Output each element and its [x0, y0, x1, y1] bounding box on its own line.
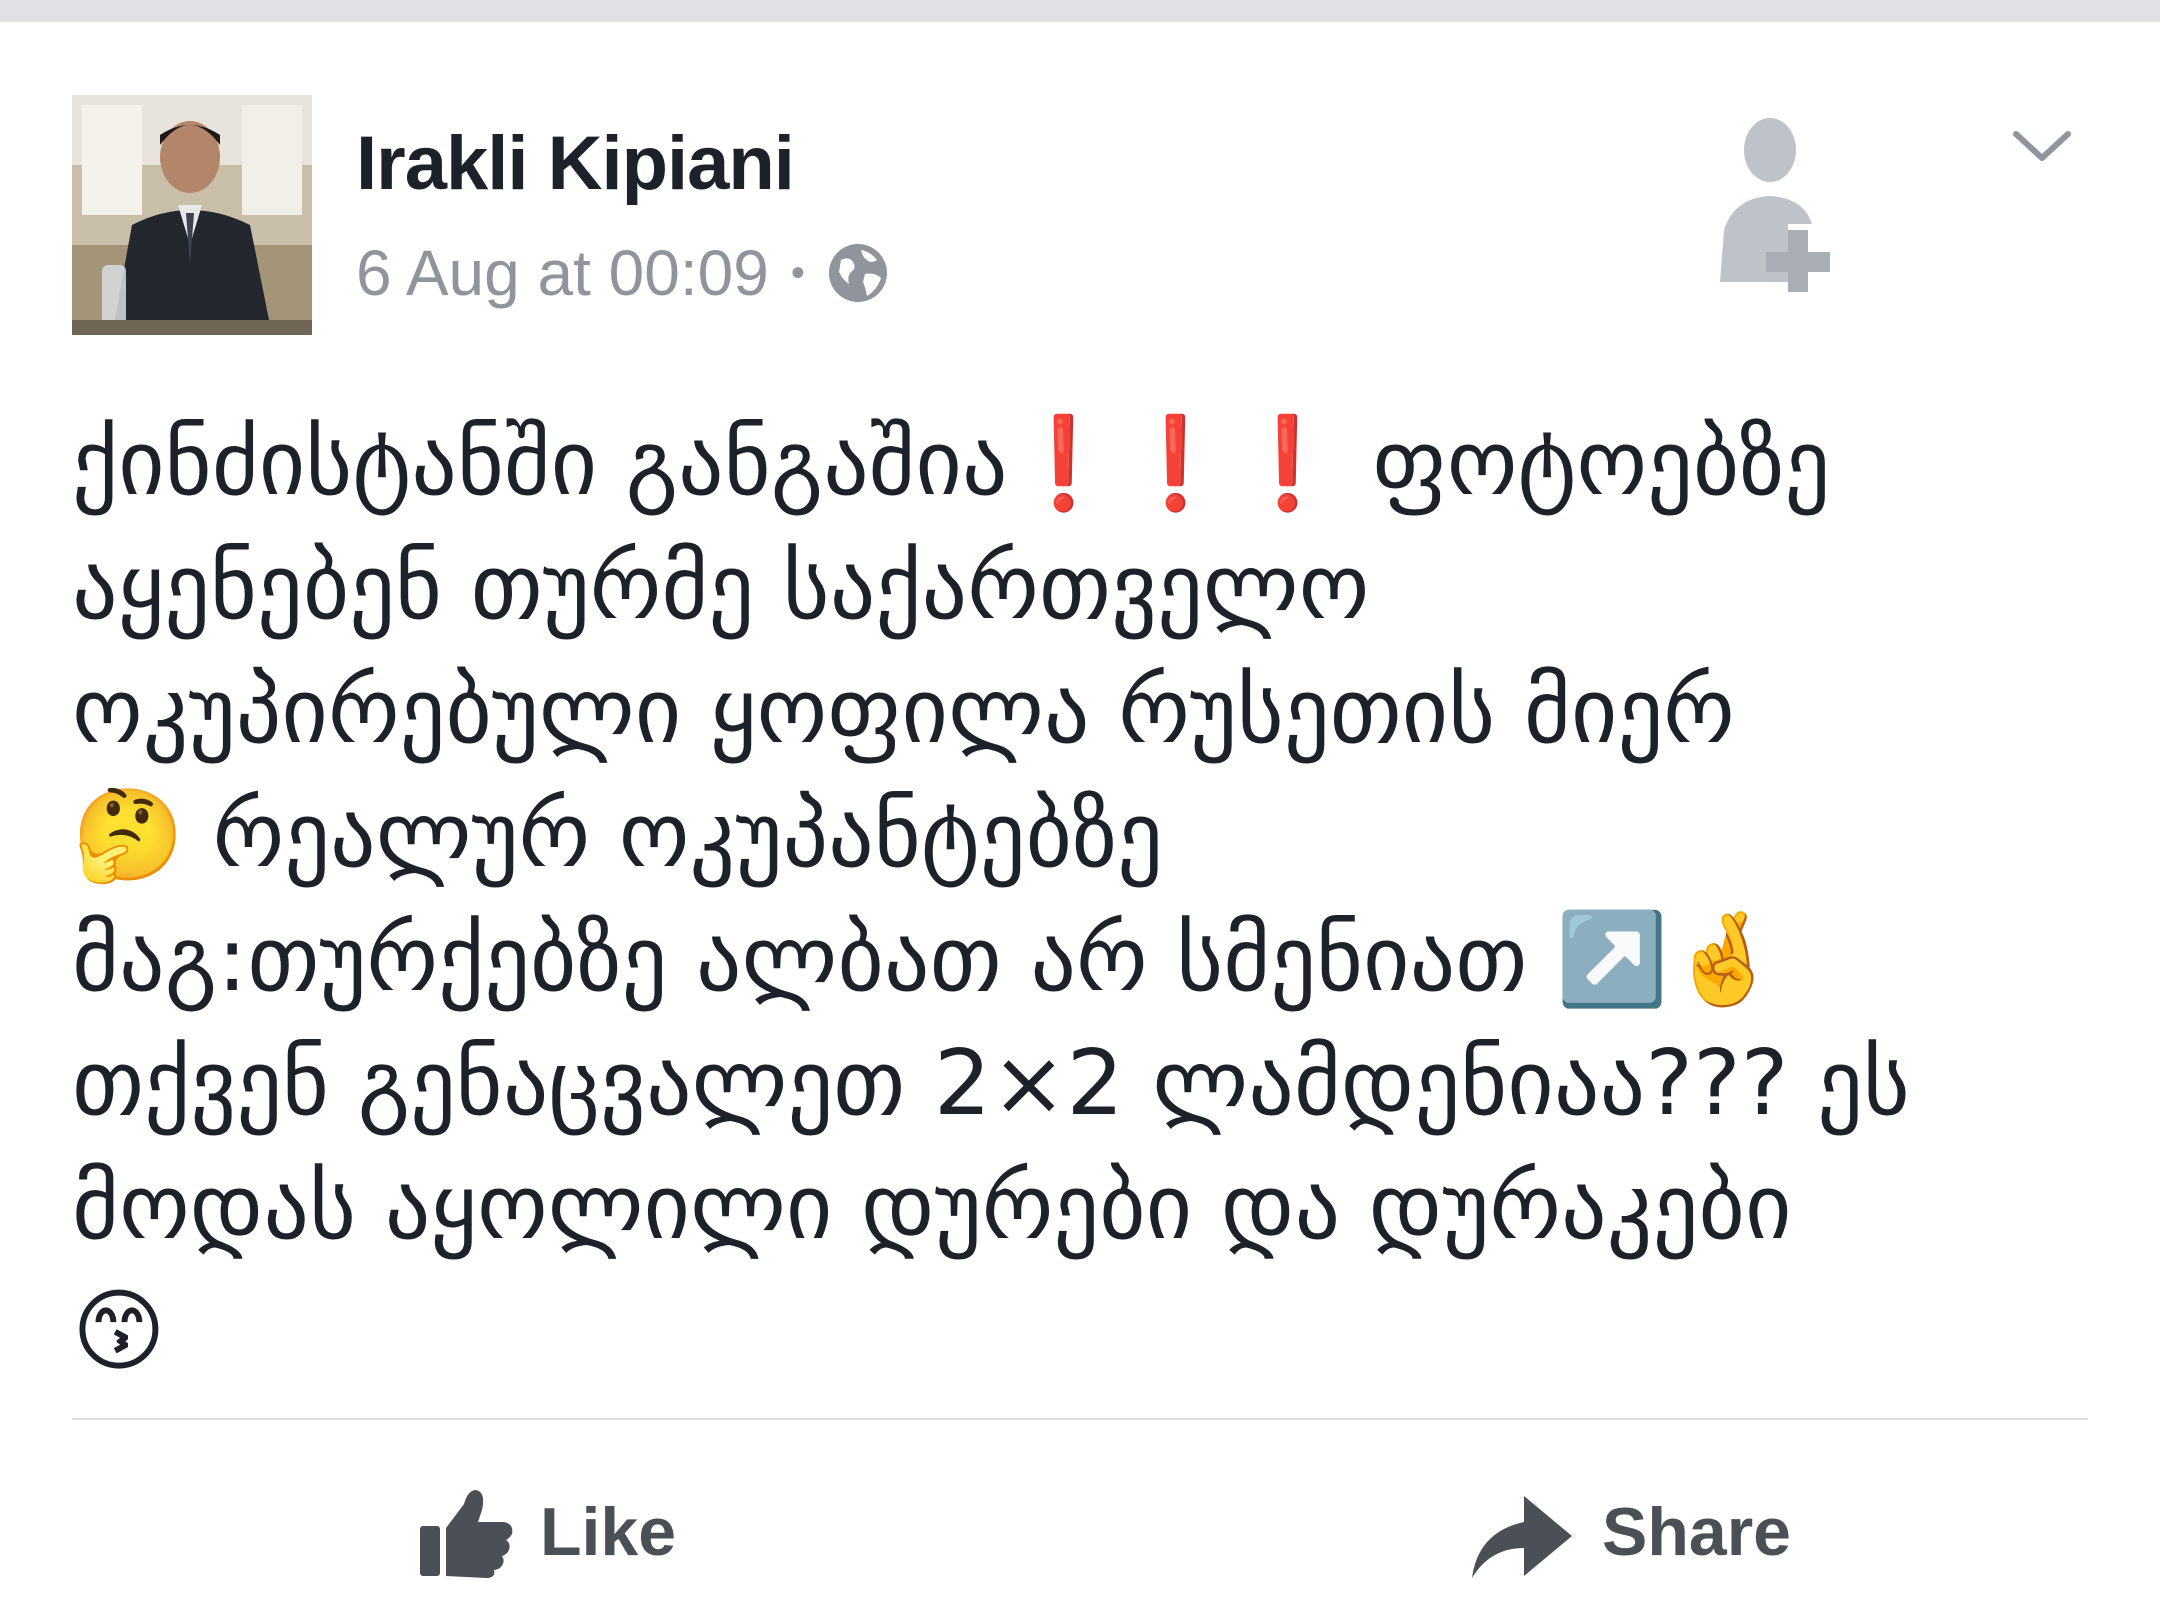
globe-icon[interactable]: [827, 242, 889, 304]
message-line: 🤔 რეალურ ოკუპანტებზე: [72, 783, 1163, 888]
message-line: ქინძისტანში განგაშია❗❗❗ ფოტოებზე: [72, 411, 1831, 516]
avatar[interactable]: [72, 95, 312, 335]
message-line: მაგ:თურქებზე ალბათ არ სმენიათ ↗️🤞: [72, 907, 1781, 1012]
like-label: Like: [540, 1494, 677, 1570]
share-arrow-icon: [1472, 1496, 1572, 1578]
post-meta: 6 Aug at 00:09 •: [356, 236, 889, 310]
top-strip: [0, 0, 2160, 22]
divider: [72, 1418, 2088, 1420]
message-line: ოკუპირებული ყოფილა რუსეთის მიერ: [72, 659, 1735, 764]
message-line: თქვენ გენაცვალეთ 2×2 ლამდენიაა??? ეს: [72, 1031, 1910, 1136]
message-line: მოდას აყოლილი დურები და დურაკები: [72, 1155, 1792, 1260]
meta-separator: •: [790, 250, 805, 295]
add-friend-icon[interactable]: [1712, 112, 1852, 292]
post-card: Irakli Kipiani 6 Aug at 00:09 • ქინძისტა…: [0, 22, 2160, 1620]
thumbs-up-icon: [420, 1490, 513, 1578]
like-button[interactable]: Like: [416, 1472, 676, 1592]
avatar-photo: [72, 95, 312, 335]
post-message: ქინძისტანში განგაშია❗❗❗ ფოტოებზე აყენებე…: [72, 402, 2112, 1394]
share-label: Share: [1602, 1494, 1791, 1570]
share-button[interactable]: Share: [1468, 1472, 1791, 1592]
author-name[interactable]: Irakli Kipiani: [356, 120, 795, 207]
message-line: 😙: [72, 1279, 166, 1384]
message-line: აყენებენ თურმე საქართველო: [72, 535, 1370, 640]
post-timestamp[interactable]: 6 Aug at 00:09: [356, 236, 769, 310]
chevron-down-icon[interactable]: [2010, 120, 2074, 170]
